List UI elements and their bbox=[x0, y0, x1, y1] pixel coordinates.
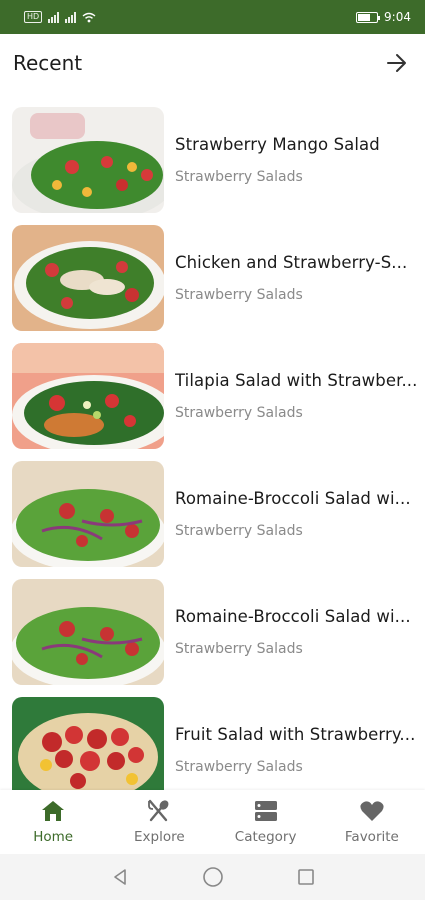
recipe-item[interactable]: Strawberry Mango Salad Strawberry Salads bbox=[12, 106, 424, 214]
recipe-text: Romaine-Broccoli Salad wi... Strawberry … bbox=[175, 607, 421, 657]
status-left: HD bbox=[24, 11, 96, 23]
recipe-thumbnail bbox=[12, 461, 164, 567]
signal-icon bbox=[65, 11, 77, 23]
recipe-text: Chicken and Strawberry-S... Strawberry S… bbox=[175, 253, 421, 303]
battery-icon bbox=[356, 11, 381, 23]
recipe-category: Strawberry Salads bbox=[175, 169, 303, 185]
status-bar: HD 9:04 bbox=[0, 0, 425, 34]
category-icon bbox=[253, 798, 279, 824]
nav-label-explore: Explore bbox=[134, 829, 185, 845]
heart-icon bbox=[359, 798, 385, 824]
recipe-category: Strawberry Salads bbox=[175, 287, 303, 303]
recipe-text: Tilapia Salad with Strawber... Strawberr… bbox=[175, 371, 421, 421]
recipe-category: Strawberry Salads bbox=[175, 405, 303, 421]
recipe-title: Fruit Salad with Strawberry... bbox=[175, 725, 416, 744]
recipe-item[interactable]: Tilapia Salad with Strawber... Strawberr… bbox=[12, 342, 424, 450]
recipe-thumbnail bbox=[12, 107, 164, 213]
home-circle-icon[interactable] bbox=[202, 866, 224, 888]
recipe-thumbnail bbox=[12, 579, 164, 685]
nav-favorite[interactable]: Favorite bbox=[319, 790, 425, 854]
status-right: 9:04 bbox=[356, 10, 411, 24]
recipe-category: Strawberry Salads bbox=[175, 759, 303, 775]
recipe-text: Fruit Salad with Strawberry... Strawberr… bbox=[175, 725, 421, 775]
recipe-item[interactable]: Fruit Salad with Strawberry... Strawberr… bbox=[12, 696, 424, 790]
recipe-item[interactable]: Chicken and Strawberry-S... Strawberry S… bbox=[12, 224, 424, 332]
see-all-button[interactable] bbox=[383, 49, 411, 77]
recipe-category: Strawberry Salads bbox=[175, 641, 303, 657]
recipe-title: Tilapia Salad with Strawber... bbox=[175, 371, 418, 390]
recipe-text: Romaine-Broccoli Salad wi... Strawberry … bbox=[175, 489, 421, 539]
recipe-thumbnail bbox=[12, 697, 164, 790]
recipe-category: Strawberry Salads bbox=[175, 523, 303, 539]
back-icon[interactable] bbox=[110, 867, 130, 887]
recent-header: Recent bbox=[0, 34, 425, 92]
wifi-icon bbox=[82, 12, 96, 22]
bottom-navigation: Home Explore Category Favorite bbox=[0, 790, 425, 854]
signal-icon bbox=[48, 11, 60, 23]
nav-label-favorite: Favorite bbox=[344, 829, 399, 845]
hd-badge: HD bbox=[24, 11, 43, 23]
recipe-title: Chicken and Strawberry-S... bbox=[175, 253, 408, 272]
recipe-item[interactable]: Romaine-Broccoli Salad wi... Strawberry … bbox=[12, 460, 424, 568]
recipe-title: Romaine-Broccoli Salad wi... bbox=[175, 489, 411, 508]
recipe-text: Strawberry Mango Salad Strawberry Salads bbox=[175, 135, 421, 185]
nav-explore[interactable]: Explore bbox=[106, 790, 212, 854]
recipe-title: Strawberry Mango Salad bbox=[175, 135, 380, 154]
status-time: 9:04 bbox=[384, 10, 411, 24]
recipe-thumbnail bbox=[12, 343, 164, 449]
fork-spoon-icon bbox=[146, 798, 172, 824]
recipe-item[interactable]: Romaine-Broccoli Salad wi... Strawberry … bbox=[12, 578, 424, 686]
home-icon bbox=[40, 798, 66, 824]
arrow-right-icon bbox=[387, 54, 406, 72]
recipe-thumbnail bbox=[12, 225, 164, 331]
system-navigation-bar bbox=[0, 854, 425, 900]
nav-label-category: Category bbox=[234, 829, 297, 845]
recipe-title: Romaine-Broccoli Salad wi... bbox=[175, 607, 411, 626]
recents-icon[interactable] bbox=[296, 867, 316, 887]
page-title: Recent bbox=[13, 51, 83, 75]
nav-home[interactable]: Home bbox=[0, 790, 106, 854]
nav-label-home: Home bbox=[33, 829, 74, 845]
nav-category[interactable]: Category bbox=[213, 790, 319, 854]
recipe-list: Strawberry Mango Salad Strawberry Salads… bbox=[0, 92, 425, 790]
